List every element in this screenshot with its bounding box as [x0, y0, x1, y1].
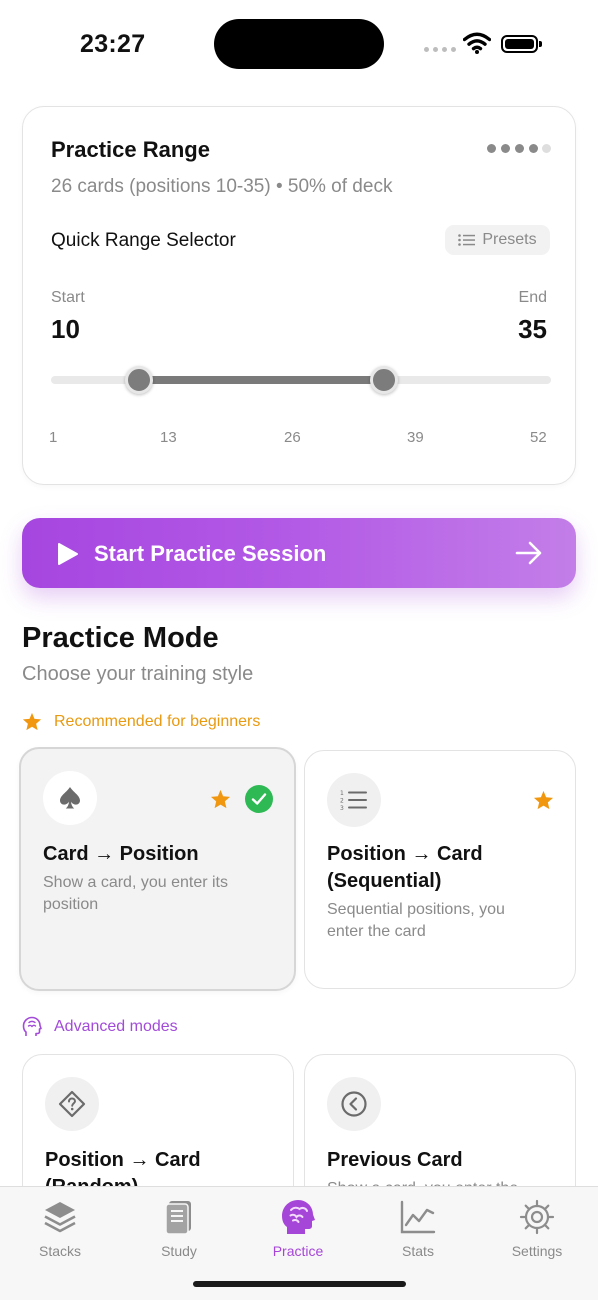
- tab-label: Study: [161, 1243, 197, 1259]
- page-dots-indicator[interactable]: [487, 144, 551, 153]
- stack-icon: [44, 1202, 76, 1233]
- mode-title: Previous Card: [327, 1149, 463, 1171]
- play-icon: [58, 543, 78, 565]
- star-icon: [210, 789, 231, 809]
- quick-range-selector-label: Quick Range Selector: [51, 230, 236, 251]
- status-time: 23:27: [80, 30, 146, 58]
- tab-label: Stacks: [38, 1243, 81, 1259]
- mode-title: Card → Position: [43, 843, 199, 865]
- svg-text:2: 2: [340, 798, 344, 805]
- range-start-label: Start: [51, 289, 85, 306]
- tick-label: 13: [160, 429, 177, 446]
- practice-range-card: Practice Range 26 cards (positions 10-35…: [22, 106, 576, 485]
- cellular-signal-icon: [424, 47, 456, 53]
- question-diamond-icon: [58, 1090, 86, 1118]
- advanced-modes-label: Advanced modes: [54, 1018, 178, 1035]
- mode-description: Sequential positions, you enter the card: [327, 901, 505, 940]
- range-end-label: End: [518, 289, 547, 306]
- tick-label: 26: [284, 429, 301, 446]
- status-bar: 23:27: [0, 0, 598, 90]
- tab-label: Practice: [272, 1243, 324, 1259]
- gear-icon: [519, 1199, 555, 1235]
- mode-title: Position → Card (Sequential): [327, 843, 483, 892]
- brain-head-icon: [22, 1016, 42, 1036]
- chevron-left-circle-icon: [341, 1091, 367, 1117]
- range-slider-fill: [139, 376, 385, 384]
- svg-text:3: 3: [340, 805, 344, 811]
- mode-icon-container: [327, 1077, 381, 1131]
- dynamic-island: [214, 19, 384, 69]
- chart-icon: [400, 1200, 436, 1234]
- start-practice-session-label: Start Practice Session: [94, 541, 327, 566]
- mode-card-card-to-position[interactable]: Card → Position Show a card, you enter i…: [19, 747, 296, 991]
- mode-icon-container: [45, 1077, 99, 1131]
- selected-checkmark-icon: [245, 785, 273, 813]
- start-practice-session-button[interactable]: Start Practice Session: [22, 518, 576, 588]
- range-end-handle[interactable]: [370, 366, 399, 394]
- tab-label: Settings: [511, 1243, 563, 1259]
- mode-icon-container: [43, 771, 97, 825]
- tab-practice[interactable]: Practice: [248, 1197, 348, 1259]
- recommended-label: Recommended for beginners: [54, 712, 261, 730]
- star-icon: [533, 790, 554, 810]
- svg-text:1: 1: [340, 790, 344, 797]
- wifi-icon: [463, 32, 491, 54]
- practice-range-title: Practice Range: [51, 137, 210, 162]
- range-end-value: 35: [518, 314, 547, 344]
- advanced-modes-section-header: Advanced modes: [22, 1016, 178, 1038]
- tab-stacks[interactable]: Stacks: [10, 1197, 110, 1259]
- tab-study[interactable]: Study: [129, 1197, 229, 1259]
- spade-icon: [60, 787, 80, 809]
- arrow-right-icon: [515, 541, 542, 565]
- practice-mode-title: Practice Mode: [22, 622, 219, 654]
- presets-button[interactable]: Presets: [445, 225, 550, 255]
- practice-mode-subtitle: Choose your training style: [22, 663, 254, 685]
- tab-stats[interactable]: Stats: [368, 1197, 468, 1259]
- battery-icon: [501, 35, 542, 53]
- mode-icon-container: 1 2 3: [327, 773, 381, 827]
- mode-description: Show a card, you enter its position: [43, 874, 228, 913]
- mode-card-position-to-card-sequential[interactable]: 1 2 3 Position → Card (Sequential) Seque…: [304, 750, 576, 989]
- numbered-list-icon: 1 2 3: [340, 790, 367, 811]
- presets-label: Presets: [482, 231, 537, 248]
- tab-settings[interactable]: Settings: [487, 1197, 587, 1259]
- recommended-section-header: Recommended for beginners: [22, 712, 260, 731]
- brain-icon: [282, 1200, 315, 1234]
- tick-label: 1: [49, 429, 58, 446]
- tab-label: Stats: [402, 1243, 434, 1259]
- home-indicator: [193, 1281, 406, 1287]
- range-start-handle[interactable]: [125, 366, 154, 394]
- book-icon: [165, 1201, 191, 1235]
- list-icon: [458, 234, 476, 246]
- practice-range-summary: 26 cards (positions 10-35) • 50% of deck: [51, 176, 393, 197]
- star-icon: [22, 712, 42, 731]
- tick-label: 52: [530, 429, 547, 446]
- range-start-value: 10: [51, 314, 80, 344]
- tick-label: 39: [407, 429, 424, 446]
